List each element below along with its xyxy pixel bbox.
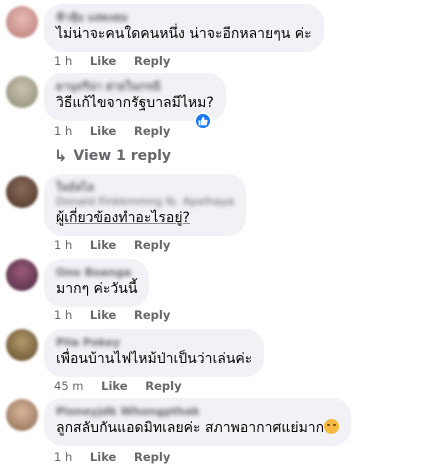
comment-author[interactable]: Pila Pokey bbox=[56, 336, 252, 350]
comment-text-content: ลูกสลับกันแอดมิทเลยค่ะ สภาพอากาศแย่มาก bbox=[56, 420, 325, 436]
like-button[interactable]: Like bbox=[90, 238, 116, 252]
avatar[interactable] bbox=[6, 6, 38, 38]
comment-text: ไม่น่าจะคนใดคนหนึ่ง น่าจะอีกหลายๆน ค่ะ bbox=[56, 26, 312, 42]
reply-button[interactable]: Reply bbox=[134, 450, 170, 464]
comment-actions: 1 h Like Reply bbox=[54, 54, 184, 68]
avatar[interactable] bbox=[6, 329, 38, 361]
reply-button[interactable]: Reply bbox=[145, 379, 181, 393]
like-button[interactable]: Like bbox=[90, 450, 116, 464]
comment-author[interactable]: ใจมัลไล bbox=[56, 181, 234, 195]
comment-bubble: Ono Boanga มากๆ ค่ะวันนี้ bbox=[44, 259, 150, 307]
comment-author[interactable]: Pioneyjdk Whongpthak bbox=[56, 405, 339, 419]
comment-author[interactable]: Ono Boanga bbox=[56, 266, 137, 280]
comment-time[interactable]: 1 h bbox=[54, 124, 72, 138]
comment-time[interactable]: 1 h bbox=[54, 238, 72, 252]
comment-actions: 1 h Like Reply bbox=[54, 124, 184, 138]
avatar[interactable] bbox=[6, 176, 38, 208]
comment-bubble: Pila Pokey เพื่อนบ้านไฟไหม้ป่าเป็นว่าเล่… bbox=[44, 329, 265, 377]
comment-author[interactable]: ฟ้าสุ้ม แสดงธม bbox=[56, 11, 312, 25]
avatar[interactable] bbox=[6, 76, 38, 108]
comment-thread: ฟ้าสุ้ม แสดงธม ไม่น่าจะคนใดคนหนึ่ง น่าจะ… bbox=[0, 0, 426, 470]
comment-time[interactable]: 1 h bbox=[54, 308, 72, 322]
reply-arrow-icon: ↳ bbox=[54, 146, 68, 165]
like-button[interactable]: Like bbox=[101, 379, 127, 393]
comment-actions: 1 h Like Reply bbox=[54, 308, 184, 322]
comment-actions: 1 h Like Reply bbox=[54, 238, 184, 252]
comment-text: มากๆ ค่ะวันนี้ bbox=[56, 281, 138, 297]
view-replies-link[interactable]: ↳ View 1 reply bbox=[54, 146, 171, 165]
reply-button[interactable]: Reply bbox=[134, 124, 170, 138]
avatar[interactable] bbox=[6, 259, 38, 291]
comment-author[interactable]: ผานุจรีน่า ฝายในกรณี bbox=[56, 80, 214, 94]
tired-face-emoji bbox=[324, 419, 340, 434]
reply-button[interactable]: Reply bbox=[134, 238, 170, 252]
reply-button[interactable]: Reply bbox=[134, 308, 170, 322]
thumbs-up-icon[interactable] bbox=[194, 112, 212, 130]
comment-time[interactable]: 45 m bbox=[54, 379, 84, 393]
like-button[interactable]: Like bbox=[90, 308, 116, 322]
comment-text: วิธีแก้ไขจากรัฐบาลมีไหม? bbox=[56, 95, 214, 111]
comment-bubble: Pioneyjdk Whongpthak ลูกสลับกันแอดมิทเลย… bbox=[44, 398, 352, 446]
comment-time[interactable]: 1 h bbox=[54, 54, 72, 68]
comment-time[interactable]: 1 h bbox=[54, 450, 72, 464]
avatar[interactable] bbox=[6, 399, 38, 431]
like-button[interactable]: Like bbox=[90, 54, 116, 68]
reply-button[interactable]: Reply bbox=[134, 54, 170, 68]
comment-author-secondary: Donald Finkkmmng Ib. Apelhaya bbox=[56, 195, 235, 208]
comment-actions: 1 h Like Reply bbox=[54, 450, 184, 464]
like-button[interactable]: Like bbox=[90, 124, 116, 138]
comment-bubble: ใจมัลไล Donald Finkkmmng Ib. Apelhaya ผู… bbox=[44, 174, 247, 236]
comment-text: ลูกสลับกันแอดมิทเลยค่ะ สภาพอากาศแย่มาก bbox=[56, 419, 340, 438]
comment-actions: 45 m Like Reply bbox=[54, 379, 196, 393]
comment-text: ผู้เกี่ยวข้องทำอะไรอยู่? bbox=[56, 210, 190, 226]
view-replies-label: View 1 reply bbox=[73, 147, 172, 164]
comment-bubble: ฟ้าสุ้ม แสดงธม ไม่น่าจะคนใดคนหนึ่ง น่าจะ… bbox=[44, 4, 324, 52]
comment-text: เพื่อนบ้านไฟไหม้ป่าเป็นว่าเล่นค่ะ bbox=[56, 351, 253, 367]
